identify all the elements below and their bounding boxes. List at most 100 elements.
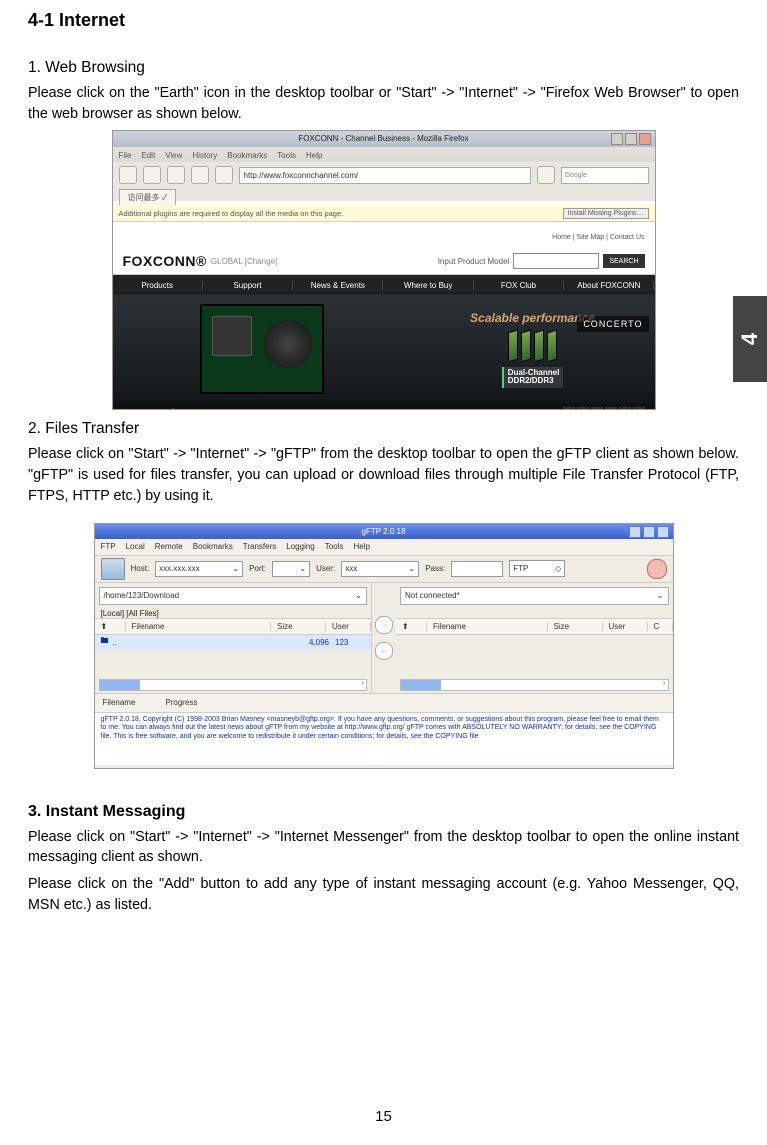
page-heading: 4-1 Internet xyxy=(28,10,739,31)
nav-support[interactable]: Support xyxy=(203,281,293,290)
menu-logging[interactable]: Logging xyxy=(286,542,314,551)
site-nav: Products Support News & Events Where to … xyxy=(113,275,655,295)
section3-body1: Please click on "Start" -> "Internet" ->… xyxy=(28,827,739,868)
menu-help[interactable]: Help xyxy=(306,151,322,160)
col-user[interactable]: User xyxy=(326,622,371,631)
port-input[interactable]: ⌄ xyxy=(272,561,310,577)
back-button[interactable] xyxy=(119,166,137,184)
folder-icon: 🖿 xyxy=(101,635,109,649)
file-user: 123 xyxy=(335,638,365,647)
brand-logo: FOXCONN® xyxy=(123,253,207,269)
bookmark-toolbar-item[interactable]: 访问最多 ✓ xyxy=(119,189,177,205)
menu-view[interactable]: View xyxy=(165,151,182,160)
col-extra[interactable]: C xyxy=(648,622,673,631)
queue-col-filename[interactable]: Filename xyxy=(103,698,136,707)
hero-badge: CONCERTO xyxy=(577,316,648,332)
window-titlebar: FOXCONN - Channel Business - Mozilla Fir… xyxy=(113,131,655,147)
nav-where[interactable]: Where to Buy xyxy=(383,281,473,290)
nav-about[interactable]: About FOXCONN xyxy=(564,281,654,290)
download-button[interactable]: ← xyxy=(375,642,393,660)
nav-products[interactable]: Products xyxy=(113,281,203,290)
menu-help[interactable]: Help xyxy=(353,542,369,551)
port-label: Port: xyxy=(249,564,266,573)
home-button[interactable] xyxy=(215,166,233,184)
stop-button[interactable] xyxy=(647,559,667,579)
menu-tools[interactable]: Tools xyxy=(277,151,296,160)
local-pane: /home/123/Download⌄ [Local] [All Files] … xyxy=(95,583,373,693)
maximize-icon[interactable] xyxy=(643,526,655,538)
go-button[interactable] xyxy=(537,166,555,184)
col-filename[interactable]: Filename xyxy=(427,622,548,631)
plugin-message: Additional plugins are required to displ… xyxy=(119,209,344,218)
pass-input[interactable] xyxy=(451,561,503,577)
page-1[interactable]: 1 xyxy=(563,407,575,410)
page-6[interactable]: 6 xyxy=(633,407,645,410)
user-label: User: xyxy=(316,564,335,573)
file-row[interactable]: 🖿 .. 4,096 123 xyxy=(95,635,372,650)
upload-button[interactable]: → xyxy=(375,616,393,634)
menu-ftp[interactable]: FTP xyxy=(101,542,116,551)
minimize-icon[interactable] xyxy=(629,526,641,538)
queue-col-progress[interactable]: Progress xyxy=(165,698,197,707)
menu-file[interactable]: File xyxy=(119,151,132,160)
local-filter: [Local] [All Files] xyxy=(95,609,372,618)
file-size: 4,096 xyxy=(309,638,335,647)
menu-bookmarks[interactable]: Bookmarks xyxy=(193,542,233,551)
forward-button[interactable] xyxy=(143,166,161,184)
site-search-input[interactable] xyxy=(513,253,599,269)
section2-body: Please click on "Start" -> "Internet" ->… xyxy=(28,444,739,506)
col-filename[interactable]: Filename xyxy=(126,622,272,631)
chapter-tab: 4 xyxy=(733,296,767,382)
ram-label: Dual-ChannelDDR2/DDR3 xyxy=(502,367,564,389)
user-input[interactable]: xxx⌄ xyxy=(341,561,419,577)
gftp-menubar: FTP Local Remote Bookmarks Transfers Log… xyxy=(95,539,673,556)
window-title: FOXCONN - Channel Business - Mozilla Fir… xyxy=(298,134,468,143)
host-input[interactable]: xxx.xxx.xxx⌄ xyxy=(155,561,243,577)
ram-image xyxy=(508,331,557,361)
section3-title: 3. Instant Messaging xyxy=(28,803,739,821)
nav-news[interactable]: News & Events xyxy=(293,281,383,290)
col-size[interactable]: Size xyxy=(271,622,326,631)
search-box[interactable]: Google xyxy=(561,167,649,184)
menu-edit[interactable]: Edit xyxy=(141,151,155,160)
maximize-icon[interactable] xyxy=(625,133,637,145)
page-2[interactable]: 2 xyxy=(577,407,589,410)
local-path[interactable]: /home/123/Download⌄ xyxy=(99,587,368,605)
menu-local[interactable]: Local xyxy=(126,542,145,551)
page-4[interactable]: 4 xyxy=(605,407,617,410)
menu-bookmarks[interactable]: Bookmarks xyxy=(227,151,267,160)
page-5[interactable]: 5 xyxy=(619,407,631,410)
menu-tools[interactable]: Tools xyxy=(325,542,344,551)
menu-transfers[interactable]: Transfers xyxy=(243,542,277,551)
close-icon[interactable] xyxy=(639,133,651,145)
protocol-select[interactable]: FTP◇ xyxy=(509,560,565,577)
install-plugins-button[interactable]: Install Missing Plugins… xyxy=(563,208,649,219)
hero-headline: Scalable performance xyxy=(470,311,595,325)
file-name: .. xyxy=(113,638,117,647)
site-search-button[interactable]: SEARCH xyxy=(603,254,644,268)
gftp-titlebar: gFTP 2.0.18 xyxy=(95,524,673,539)
minimize-icon[interactable] xyxy=(611,133,623,145)
scrollbar[interactable] xyxy=(99,679,368,691)
scrollbar[interactable] xyxy=(400,679,669,691)
firefox-screenshot: FOXCONN - Channel Business - Mozilla Fir… xyxy=(112,130,656,410)
pass-label: Pass: xyxy=(425,564,445,573)
menubar: File Edit View History Bookmarks Tools H… xyxy=(113,147,655,163)
menu-history[interactable]: History xyxy=(192,151,217,160)
host-label: Host: xyxy=(131,564,150,573)
col-size[interactable]: Size xyxy=(548,622,603,631)
nav-foxclub[interactable]: FOX Club xyxy=(474,281,564,290)
reload-button[interactable] xyxy=(167,166,185,184)
address-bar[interactable]: http://www.foxconnchannel.com/ xyxy=(239,167,531,184)
page-3[interactable]: 3 xyxy=(591,407,603,410)
brand-region[interactable]: GLOBAL [Change] xyxy=(211,257,277,266)
close-icon[interactable] xyxy=(657,526,669,538)
digital-life-logo: DIGITAL LiFE xyxy=(123,408,187,411)
site-top-links[interactable]: Home | Site Map | Contact Us xyxy=(552,234,644,241)
connect-icon[interactable] xyxy=(101,558,125,580)
menu-remote[interactable]: Remote xyxy=(155,542,183,551)
remote-path[interactable]: Not connected*⌄ xyxy=(400,587,669,605)
section2-title: 2. Files Transfer xyxy=(28,420,739,438)
col-user[interactable]: User xyxy=(603,622,648,631)
stop-button[interactable] xyxy=(191,166,209,184)
